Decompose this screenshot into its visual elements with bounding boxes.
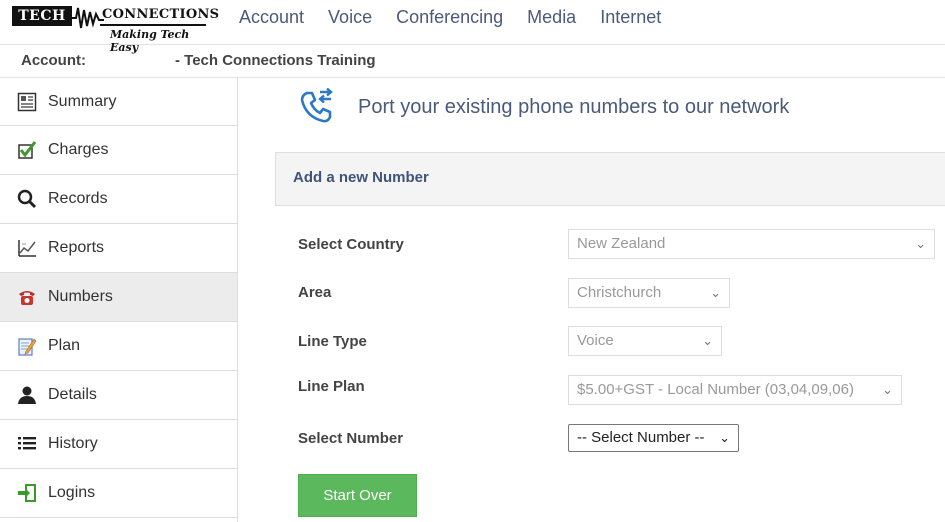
number-select-value: -- Select Number -- — [577, 429, 705, 446]
main-nav: Account Voice Conferencing Media Interne… — [239, 6, 685, 28]
telephone-icon — [16, 286, 38, 308]
search-icon — [16, 188, 38, 210]
list-icon — [16, 433, 38, 455]
account-label: Account: — [21, 52, 86, 69]
area-label: Area — [298, 284, 332, 301]
chevron-down-icon: ⌄ — [915, 236, 926, 251]
line-plan-select-value: $5.00+GST - Local Number (03,04,09,06) — [577, 381, 854, 398]
sidebar-item-reports[interactable]: Reports — [0, 224, 237, 273]
nav-conferencing[interactable]: Conferencing — [396, 6, 503, 28]
panel-title: Add a new Number — [293, 169, 429, 186]
nav-account[interactable]: Account — [239, 6, 304, 28]
line-plan-label: Line Plan — [298, 378, 365, 395]
summary-icon — [16, 91, 38, 113]
nav-media[interactable]: Media — [527, 6, 576, 28]
top-navigation-bar: TECH CONNECTIONS Making Tech Easy Accoun… — [0, 0, 945, 54]
phone-port-icon — [300, 88, 333, 123]
line-type-label: Line Type — [298, 333, 367, 350]
chevron-down-icon: ⌄ — [710, 285, 721, 300]
page-title: Port your existing phone numbers to our … — [358, 95, 790, 118]
nav-internet[interactable]: Internet — [600, 6, 661, 28]
account-breadcrumb: Account: - Tech Connections Training — [0, 45, 945, 78]
sidebar-item-label: Records — [48, 190, 108, 207]
area-select[interactable]: Christchurch ⌄ — [568, 278, 730, 308]
checkmark-icon — [16, 139, 38, 161]
add-number-panel-header: Add a new Number — [275, 152, 945, 206]
sidebar-item-logins[interactable]: Logins — [0, 469, 237, 518]
line-type-select-value: Voice — [577, 332, 614, 349]
sidebar-item-label: Charges — [48, 141, 109, 158]
sidebar-item-label: Summary — [48, 92, 117, 110]
sidebar: Summary Charges Records Reports Numbers … — [0, 78, 238, 522]
country-select[interactable]: New Zealand ⌄ — [568, 229, 935, 259]
logo-wave-icon — [72, 7, 104, 29]
sidebar-item-label: Plan — [48, 337, 81, 354]
chevron-down-icon: ⌄ — [702, 333, 713, 348]
login-icon — [16, 482, 38, 504]
notepad-icon — [16, 335, 38, 357]
chevron-down-icon: ⌄ — [882, 382, 893, 397]
sidebar-item-summary[interactable]: Summary — [0, 78, 237, 126]
account-name: - Tech Connections Training — [175, 52, 376, 69]
logo-underline — [100, 24, 206, 26]
logo-tech-text: TECH — [12, 6, 72, 26]
sidebar-item-numbers[interactable]: Numbers — [0, 273, 237, 322]
area-select-value: Christchurch — [577, 284, 662, 301]
select-country-label: Select Country — [298, 236, 404, 253]
sidebar-item-label: Numbers — [48, 288, 113, 305]
chevron-down-icon: ⌄ — [719, 430, 730, 445]
sidebar-item-details[interactable]: Details — [0, 371, 237, 420]
select-number-label: Select Number — [298, 430, 404, 447]
sidebar-item-history[interactable]: History — [0, 420, 237, 469]
page-heading: Port your existing phone numbers to our … — [298, 88, 789, 126]
start-over-button[interactable]: Start Over — [298, 474, 417, 517]
sidebar-item-label: Logins — [48, 484, 96, 501]
nav-voice[interactable]: Voice — [328, 6, 372, 28]
line-type-select[interactable]: Voice ⌄ — [568, 326, 722, 356]
sidebar-item-label: Reports — [48, 239, 105, 256]
sidebar-item-plan[interactable]: Plan — [0, 322, 237, 371]
line-plan-select[interactable]: $5.00+GST - Local Number (03,04,09,06) ⌄ — [568, 375, 902, 405]
sidebar-item-label: History — [48, 435, 98, 452]
number-select[interactable]: -- Select Number -- ⌄ — [568, 424, 739, 452]
country-select-value: New Zealand — [577, 235, 666, 252]
tech-connections-logo[interactable]: TECH CONNECTIONS Making Tech Easy — [12, 4, 219, 54]
chart-icon — [16, 237, 38, 259]
sidebar-item-label: Details — [48, 386, 97, 403]
sidebar-item-records[interactable]: Records — [0, 175, 237, 224]
logo-connections-text: CONNECTIONS — [102, 7, 220, 22]
sidebar-item-charges[interactable]: Charges — [0, 126, 237, 175]
person-icon — [16, 384, 38, 406]
